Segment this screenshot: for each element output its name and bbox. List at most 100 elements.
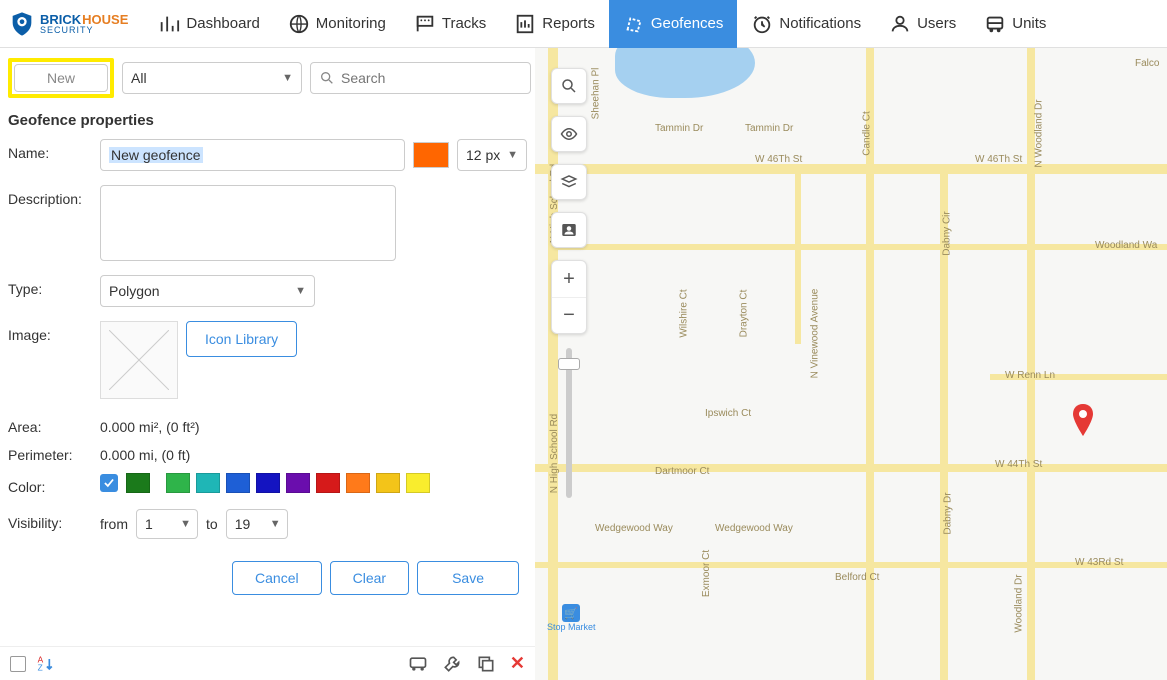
nav-reports[interactable]: Reports (500, 0, 609, 48)
street-label: Falco (1135, 58, 1159, 69)
clock-icon (751, 13, 773, 35)
street-label: W Renn Ln (1005, 370, 1055, 381)
color-swatch[interactable] (196, 473, 220, 493)
street-label: Dartmoor Ct (655, 466, 709, 477)
color-palette (126, 473, 430, 493)
street-label: Woodland Wa (1095, 240, 1157, 251)
name-value: New geofence (109, 147, 203, 163)
road (535, 562, 1167, 568)
filter-select[interactable]: All ▼ (122, 62, 302, 94)
geofence-icon (623, 13, 645, 35)
street-label: Dabny Cir (942, 211, 953, 255)
icon-library-button[interactable]: Icon Library (186, 321, 297, 357)
nav-tracks-label: Tracks (442, 15, 486, 32)
color-swatch[interactable] (286, 473, 310, 493)
nav-notifications[interactable]: Notifications (737, 0, 875, 48)
wrench-icon[interactable] (442, 654, 462, 674)
road (535, 164, 1167, 174)
street-label: Woodland Dr (1014, 574, 1025, 632)
svg-text:Z: Z (38, 662, 43, 672)
contact-icon (560, 221, 578, 239)
visibility-from-label: from (100, 516, 128, 532)
street-label: Candle Ct (862, 111, 873, 155)
sidebar: New All ▼ Geofence properties Name: New … (0, 48, 535, 680)
chevron-down-icon: ▼ (282, 72, 293, 84)
chevron-down-icon: ▼ (270, 518, 281, 530)
sort-az-icon[interactable]: AZ (36, 654, 56, 674)
cart-icon: 🛒 (562, 604, 580, 622)
map-layers-button[interactable] (551, 164, 587, 200)
map-search-button[interactable] (551, 68, 587, 104)
new-button-highlight: New (8, 58, 114, 98)
color-swatch[interactable] (226, 473, 250, 493)
nav-dashboard-label: Dashboard (186, 15, 259, 32)
copy-icon[interactable] (476, 654, 496, 674)
bus-icon[interactable] (408, 654, 428, 674)
color-checkbox[interactable] (100, 474, 118, 492)
color-swatch[interactable] (316, 473, 340, 493)
name-input[interactable]: New geofence (100, 139, 405, 171)
color-swatch[interactable] (166, 473, 190, 493)
color-swatch[interactable] (256, 473, 280, 493)
visibility-to-select[interactable]: 19 ▼ (226, 509, 288, 539)
chevron-down-icon: ▼ (507, 149, 518, 161)
chevron-down-icon: ▼ (295, 285, 306, 297)
nav-tracks[interactable]: Tracks (400, 0, 500, 48)
nav-units[interactable]: Units (970, 0, 1060, 48)
text-color-swatch[interactable] (413, 142, 449, 168)
filter-value: All (131, 70, 147, 86)
visibility-from-value: 1 (145, 516, 153, 532)
description-input[interactable] (100, 185, 396, 261)
color-swatch[interactable] (126, 473, 150, 493)
poi-label: Stop Market (547, 622, 596, 632)
report-icon (514, 13, 536, 35)
color-swatch[interactable] (376, 473, 400, 493)
map-zoom-in[interactable]: + (552, 261, 586, 297)
visibility-from-select[interactable]: 1 ▼ (136, 509, 198, 539)
color-swatch[interactable] (346, 473, 370, 493)
search-field[interactable] (310, 62, 531, 94)
area-value: 0.000 mi², (0 ft²) (100, 413, 200, 435)
street-label: Wedgewood Way (595, 523, 673, 534)
nav-geofences[interactable]: Geofences (609, 0, 738, 48)
street-label: Wilshire Ct (679, 289, 690, 337)
map-zoom-group: + − (551, 260, 587, 334)
new-button[interactable]: New (14, 64, 108, 92)
nav-notifications-label: Notifications (779, 15, 861, 32)
map-zoom-out[interactable]: − (552, 297, 586, 333)
type-label: Type: (8, 275, 100, 297)
delete-icon[interactable]: ✕ (510, 653, 525, 674)
poi-stop-market: 🛒 Stop Market (547, 604, 596, 632)
nav-dashboard[interactable]: Dashboard (144, 0, 273, 48)
visibility-label: Visibility: (8, 509, 100, 531)
image-placeholder[interactable] (100, 321, 178, 399)
color-swatch[interactable] (406, 473, 430, 493)
search-input[interactable] (341, 70, 522, 86)
placeholder-x-icon (109, 330, 169, 390)
map[interactable]: Tammin Dr Tammin Dr W 46Th St W 46Th St … (535, 48, 1167, 680)
logo-security: SECURITY (40, 26, 128, 35)
font-size-value: 12 px (466, 147, 500, 163)
map-contact-button[interactable] (551, 212, 587, 248)
bus-icon (984, 13, 1006, 35)
shield-icon (8, 10, 36, 38)
type-select[interactable]: Polygon ▼ (100, 275, 315, 307)
street-label: Dabny Dr (943, 492, 954, 534)
map-visibility-button[interactable] (551, 116, 587, 152)
nav-units-label: Units (1012, 15, 1046, 32)
map-zoom-slider[interactable] (557, 348, 581, 498)
nav-monitoring[interactable]: Monitoring (274, 0, 400, 48)
font-size-select[interactable]: 12 px ▼ (457, 139, 527, 171)
save-button[interactable]: Save (417, 561, 519, 595)
color-label: Color: (8, 473, 100, 495)
cancel-button[interactable]: Cancel (232, 561, 322, 595)
clear-button[interactable]: Clear (330, 561, 409, 595)
street-label: Sheehan Pl (590, 68, 601, 120)
street-label: Tammin Dr (745, 123, 793, 134)
map-pin-icon (1071, 404, 1095, 436)
street-label: Wedgewood Way (715, 523, 793, 534)
street-label: Drayton Ct (738, 290, 749, 338)
select-all-checkbox[interactable] (10, 656, 26, 672)
nav-users[interactable]: Users (875, 0, 970, 48)
bottom-toolbar: AZ ✕ (0, 646, 535, 680)
